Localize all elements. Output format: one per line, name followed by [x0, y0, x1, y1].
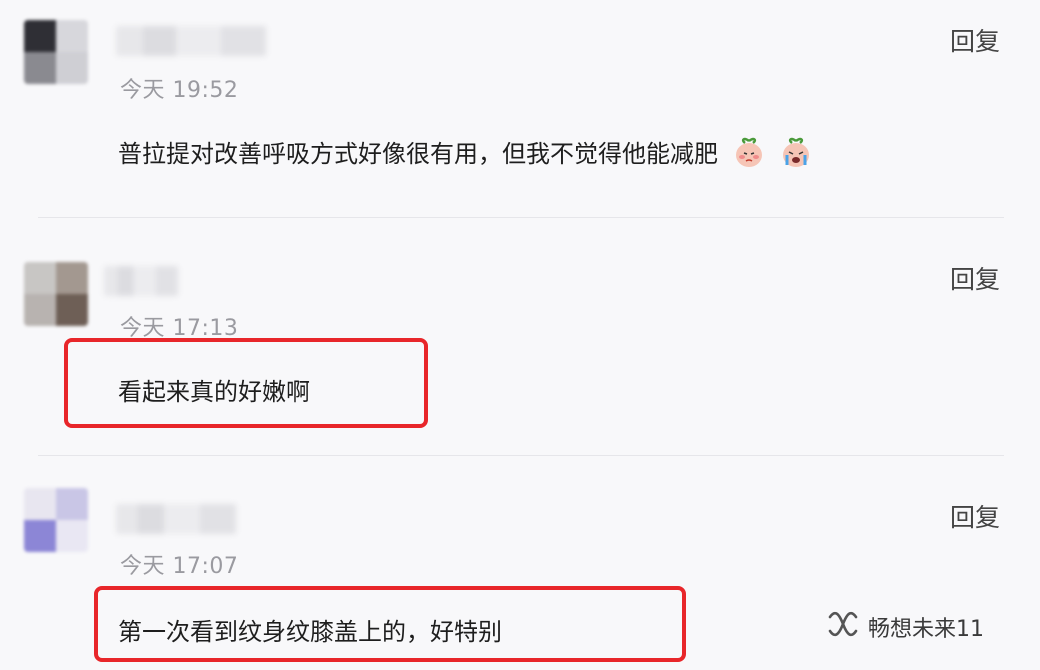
avatar[interactable]: [24, 262, 88, 326]
peach-crying-emoji: [779, 135, 813, 175]
peach-blush-emoji: [732, 135, 766, 175]
reply-button[interactable]: 回复: [950, 260, 1000, 296]
avatar[interactable]: [24, 488, 88, 552]
divider: [38, 455, 1004, 456]
username[interactable]: [116, 26, 266, 56]
wechat-channel-icon: [826, 609, 860, 645]
watermark: 畅想未来11: [826, 609, 984, 645]
avatar[interactable]: [24, 20, 88, 84]
comment-text-content: 普拉提对改善呼吸方式好像很有用，但我不觉得他能减肥: [118, 140, 718, 168]
reply-button[interactable]: 回复: [950, 22, 1000, 58]
reply-button[interactable]: 回复: [950, 498, 1000, 534]
comment-text: 第一次看到纹身纹膝盖上的，好特别: [118, 618, 502, 646]
comment-time: 今天 17:07: [120, 554, 239, 579]
watermark-text: 畅想未来11: [868, 617, 984, 642]
divider: [38, 217, 1004, 218]
username[interactable]: [116, 504, 236, 534]
comment-text: 看起来真的好嫩啊: [118, 378, 310, 406]
comment-text: 普拉提对改善呼吸方式好像很有用，但我不觉得他能减肥: [118, 134, 813, 175]
username[interactable]: [104, 266, 178, 296]
comment-time: 今天 19:52: [120, 78, 239, 103]
